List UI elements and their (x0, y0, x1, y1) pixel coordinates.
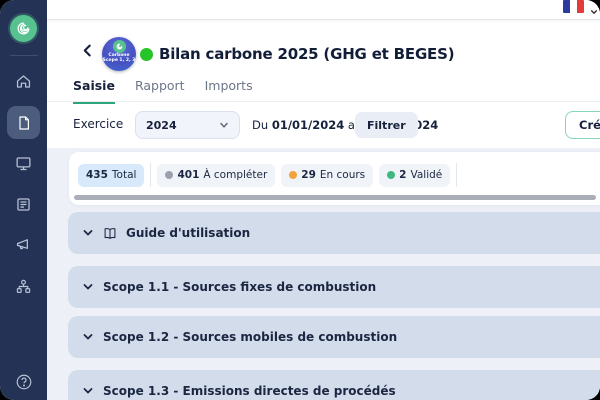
flag-red-stripe (577, 0, 584, 13)
chip-a-completer-count: 401 (177, 169, 199, 181)
chevron-down-icon (82, 227, 94, 239)
home-icon (15, 73, 32, 90)
sidebar-item-reports[interactable] (7, 188, 40, 221)
sidebar-item-home[interactable] (7, 65, 40, 98)
create-button[interactable]: Créer (565, 111, 600, 139)
accordion-title: Guide d'utilisation (126, 226, 250, 240)
orange-dot-icon (289, 171, 297, 179)
chip-a-completer[interactable]: 401 À compléter (157, 164, 275, 187)
flag-blue-stripe (563, 0, 570, 13)
project-avatar-badge[interactable]: Carbone Scope 1, 2, 3 (102, 37, 136, 71)
report-icon (15, 196, 32, 213)
chip-en-cours-label: En cours (320, 169, 365, 181)
tabs-divider (47, 101, 600, 102)
green-dot-icon (387, 171, 395, 179)
sitemap-icon (15, 278, 32, 295)
app-logo[interactable] (10, 15, 37, 42)
main-content: 435 Total 401 À compléter 29 En cours 2 Vali… (47, 148, 600, 400)
chip-total[interactable]: 435 Total (78, 164, 144, 187)
monitor-icon (15, 155, 32, 172)
chip-valide-count: 2 (399, 169, 406, 181)
year-select-value: 2024 (146, 119, 219, 132)
language-chevron-down-icon[interactable] (590, 1, 598, 20)
chip-valide[interactable]: 2 Validé (379, 164, 450, 187)
page-title: Bilan carbone 2025 (GHG et BEGES) (159, 45, 454, 63)
exercice-label: Exercice (73, 117, 123, 131)
app-window: Carbone Scope 1, 2, 3 Bilan carbone 2025… (0, 0, 600, 400)
sidebar-item-screens[interactable] (7, 147, 40, 180)
book-icon (103, 227, 117, 240)
accordion-scope-1-1[interactable]: Scope 1.1 - Sources fixes de combustion (68, 266, 600, 308)
accordion-scope-1-3[interactable]: Scope 1.3 - Emissions directes de procéd… (68, 370, 600, 400)
sidebar (0, 0, 47, 400)
flag-white-stripe (570, 0, 577, 13)
status-chips: 435 Total 401 À compléter 29 En cours 2 Vali… (78, 163, 457, 187)
filter-button[interactable]: Filtrer (355, 112, 418, 138)
year-select[interactable]: 2024 (135, 111, 240, 139)
avatar-logo-spiral-icon (113, 40, 126, 53)
accordion-scope-1-2[interactable]: Scope 1.2 - Sources mobiles de combustio… (68, 316, 600, 358)
sidebar-divider (10, 55, 38, 56)
chevron-down-icon (82, 281, 94, 293)
topbar (47, 0, 600, 20)
chevron-down-icon (82, 385, 94, 397)
status-summary-card: 435 Total 401 À compléter 29 En cours 2 Vali… (69, 152, 600, 205)
document-icon (16, 115, 32, 131)
filter-row: Exercice 2024 Du 01/01/2024 au 31/12/202… (47, 110, 600, 140)
back-button[interactable] (81, 42, 94, 61)
chip-en-cours[interactable]: 29 En cours (281, 164, 373, 187)
date-prefix: Du (252, 118, 268, 132)
chip-valide-label: Validé (410, 169, 442, 181)
chip-separator (456, 163, 457, 187)
sidebar-item-announcements[interactable] (7, 228, 40, 261)
screen: Carbone Scope 1, 2, 3 Bilan carbone 2025… (0, 0, 600, 400)
chip-separator (150, 163, 151, 187)
accordion-title: Scope 1.3 - Emissions directes de procéd… (103, 384, 396, 398)
chip-total-count: 435 (86, 169, 108, 181)
accordion-guide[interactable]: Guide d'utilisation (68, 212, 600, 254)
avatar-label-line2: Scope 1, 2, 3 (103, 58, 136, 63)
chip-a-completer-label: À compléter (203, 169, 267, 181)
sidebar-item-documents[interactable] (7, 106, 40, 139)
gray-dot-icon (165, 171, 173, 179)
sidebar-item-help[interactable] (7, 365, 40, 398)
language-selector-flag-fr[interactable] (563, 0, 584, 13)
help-icon (15, 373, 33, 391)
sidebar-item-organization[interactable] (7, 270, 40, 303)
header: Carbone Scope 1, 2, 3 Bilan carbone 2025… (47, 20, 600, 148)
logo-spiral-icon (14, 19, 33, 38)
chip-en-cours-count: 29 (301, 169, 316, 181)
chevron-down-icon (82, 331, 94, 343)
date-start: 01/01/2024 (272, 118, 344, 132)
horizontal-scrollbar[interactable] (74, 195, 596, 200)
status-dot (140, 48, 153, 61)
chevron-left-icon (81, 44, 94, 57)
chevron-down-icon (219, 120, 229, 130)
accordion-title: Scope 1.1 - Sources fixes de combustion (103, 280, 376, 294)
accordion-title: Scope 1.2 - Sources mobiles de combustio… (103, 330, 397, 344)
megaphone-icon (15, 236, 32, 253)
chip-total-label: Total (112, 169, 137, 181)
